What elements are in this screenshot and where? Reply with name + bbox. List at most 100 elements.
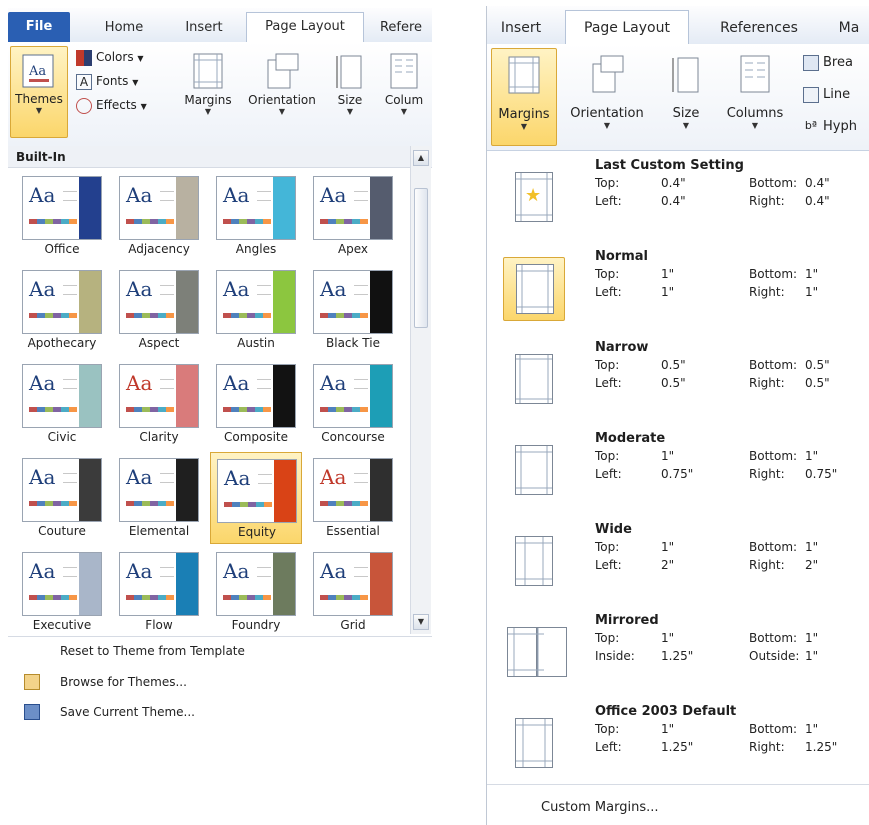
tab-page-layout[interactable]: Page Layout (246, 12, 364, 42)
theme-grid[interactable]: Aa Grid (307, 546, 399, 638)
size-button[interactable]: Size ▼ (659, 48, 713, 146)
themes-button[interactable]: Aa Themes ▼ (10, 46, 68, 138)
scroll-up-icon[interactable]: ▲ (413, 150, 429, 166)
orientation-button[interactable]: Orientation ▼ (559, 48, 655, 146)
theme-angles[interactable]: Aa Angles (210, 170, 302, 262)
chevron-down-icon: ▼ (400, 107, 408, 116)
tab-references[interactable]: Refere (370, 14, 432, 42)
margin-option-wide[interactable]: Wide Top: 1" Bottom: 1" Left: 2" Right: 2" (487, 518, 869, 610)
margin-value: 0.75" (661, 467, 694, 481)
theme-color-strip (29, 407, 77, 412)
margin-option-mirrored[interactable]: Mirrored Top: 1" Bottom: 1" Inside: 1.25" Outsi… (487, 609, 869, 701)
tab-insert[interactable]: Insert (491, 14, 551, 44)
breaks-button[interactable]: Brea (803, 52, 853, 74)
theme-executive[interactable]: Aa Executive (16, 546, 108, 638)
folder-icon (24, 674, 40, 690)
theme-color-strip (320, 595, 368, 600)
reset-theme-item[interactable]: Reset to Theme from Template (60, 640, 245, 662)
theme-civic[interactable]: Aa Civic (16, 358, 108, 450)
margin-side-label: Left: (595, 740, 622, 754)
theme-sample-text: Aa (223, 183, 250, 207)
effects-button[interactable]: Effects ▼ (76, 94, 147, 116)
theme-adjacency[interactable]: Aa Adjacency (113, 170, 205, 262)
tab-mailings[interactable]: Ma (829, 14, 869, 44)
theme-name: Concourse (321, 430, 385, 444)
theme-color-strip (126, 219, 174, 224)
theme-sample-lines (354, 567, 368, 577)
page-icon (515, 718, 553, 768)
margin-side-label: Left: (595, 376, 622, 390)
margin-option-narrow[interactable]: Narrow Top: 0.5" Bottom: 0.5" Left: 0.5" Right:… (487, 336, 869, 428)
fonts-label: Fonts (96, 74, 129, 88)
theme-concourse[interactable]: Aa Concourse (307, 358, 399, 450)
margin-side-label: Top: (595, 631, 620, 645)
chevron-down-icon: ▼ (140, 102, 147, 111)
orientation-button[interactable]: Orientation ▼ (240, 46, 324, 138)
custom-margins-item[interactable]: Custom Margins... (541, 800, 659, 815)
theme-office[interactable]: Aa Office (16, 170, 108, 262)
colors-button[interactable]: Colors ▼ (76, 46, 144, 68)
theme-apex[interactable]: Aa Apex (307, 170, 399, 262)
margins-button[interactable]: Margins ▼ (491, 48, 557, 146)
theme-sample-lines (160, 191, 174, 201)
tab-file[interactable]: File (8, 12, 70, 42)
margin-side-label: Bottom: (749, 267, 798, 281)
columns-button[interactable]: Columns ▼ (721, 48, 789, 146)
theme-flow[interactable]: Aa Flow (113, 546, 205, 638)
theme-equity[interactable]: Aa Equity (210, 452, 302, 544)
theme-essential[interactable]: Aa Essential (307, 452, 399, 544)
tab-page-layout[interactable]: Page Layout (565, 10, 689, 44)
theme-accent-band (273, 553, 295, 615)
line-numbers-icon (803, 86, 819, 103)
scroll-down-icon[interactable]: ▼ (413, 614, 429, 630)
hyphenation-button[interactable]: bª Hyph (803, 116, 857, 138)
gallery-scrollbar[interactable]: ▲ ▼ (410, 146, 431, 634)
scroll-thumb[interactable] (414, 188, 428, 328)
tab-references[interactable]: References (703, 14, 815, 44)
theme-sample-lines (354, 379, 368, 389)
page-icon: ★ (515, 172, 553, 222)
effects-icon (76, 97, 92, 114)
margin-option-last-custom-setting[interactable]: ★ Last Custom Setting Top: 0.4" Bottom: 0.4" L… (487, 154, 869, 246)
theme-sample-lines (354, 191, 368, 201)
theme-apothecary[interactable]: Aa Apothecary (16, 264, 108, 356)
theme-color-strip (223, 595, 271, 600)
theme-austin[interactable]: Aa Austin (210, 264, 302, 356)
theme-preview: Aa (22, 270, 102, 334)
margins-button[interactable]: Margins ▼ (176, 46, 240, 138)
theme-aspect[interactable]: Aa Aspect (113, 264, 205, 356)
theme-name: Austin (237, 336, 275, 350)
theme-composite[interactable]: Aa Composite (210, 358, 302, 450)
chevron-down-icon: ▼ (137, 54, 144, 63)
theme-accent-band (370, 177, 392, 239)
size-button[interactable]: Size ▼ (326, 46, 374, 138)
theme-couture[interactable]: Aa Couture (16, 452, 108, 544)
theme-sample-text: Aa (29, 277, 56, 301)
margin-option-normal[interactable]: Normal Top: 1" Bottom: 1" Left: 1" Right: 1" (487, 245, 869, 337)
theme-accent-band (370, 459, 392, 521)
save-theme-icon (24, 704, 40, 720)
theme-elemental[interactable]: Aa Elemental (113, 452, 205, 544)
margin-option-title: Moderate (595, 431, 666, 446)
theme-preview: Aa (22, 176, 102, 240)
fonts-button[interactable]: A Fonts ▼ (76, 70, 138, 92)
margin-side-label: Left: (595, 558, 622, 572)
theme-color-strip (126, 501, 174, 506)
margin-value: 1.25" (661, 649, 694, 663)
theme-foundry[interactable]: Aa Foundry (210, 546, 302, 638)
browse-themes-item[interactable]: Browse for Themes... (60, 671, 187, 693)
margin-option-office-2003-default[interactable]: Office 2003 Default Top: 1" Bottom: 1" Left: 1… (487, 700, 869, 792)
theme-preview: Aa (216, 552, 296, 616)
tab-insert[interactable]: Insert (168, 14, 240, 42)
margins-icon (193, 53, 223, 89)
tab-home[interactable]: Home (84, 14, 164, 42)
line-numbers-button[interactable]: Line (803, 84, 850, 106)
theme-clarity[interactable]: Aa Clarity (113, 358, 205, 450)
margin-side-label: Right: (749, 558, 785, 572)
columns-button[interactable]: Colum ▼ (376, 46, 432, 138)
save-theme-item[interactable]: Save Current Theme... (60, 701, 195, 723)
margin-option-moderate[interactable]: Moderate Top: 1" Bottom: 1" Left: 0.75" Right: 0… (487, 427, 869, 519)
theme-sample-text: Aa (126, 183, 153, 207)
theme-black-tie[interactable]: Aa Black Tie (307, 264, 399, 356)
theme-accent-band (273, 177, 295, 239)
